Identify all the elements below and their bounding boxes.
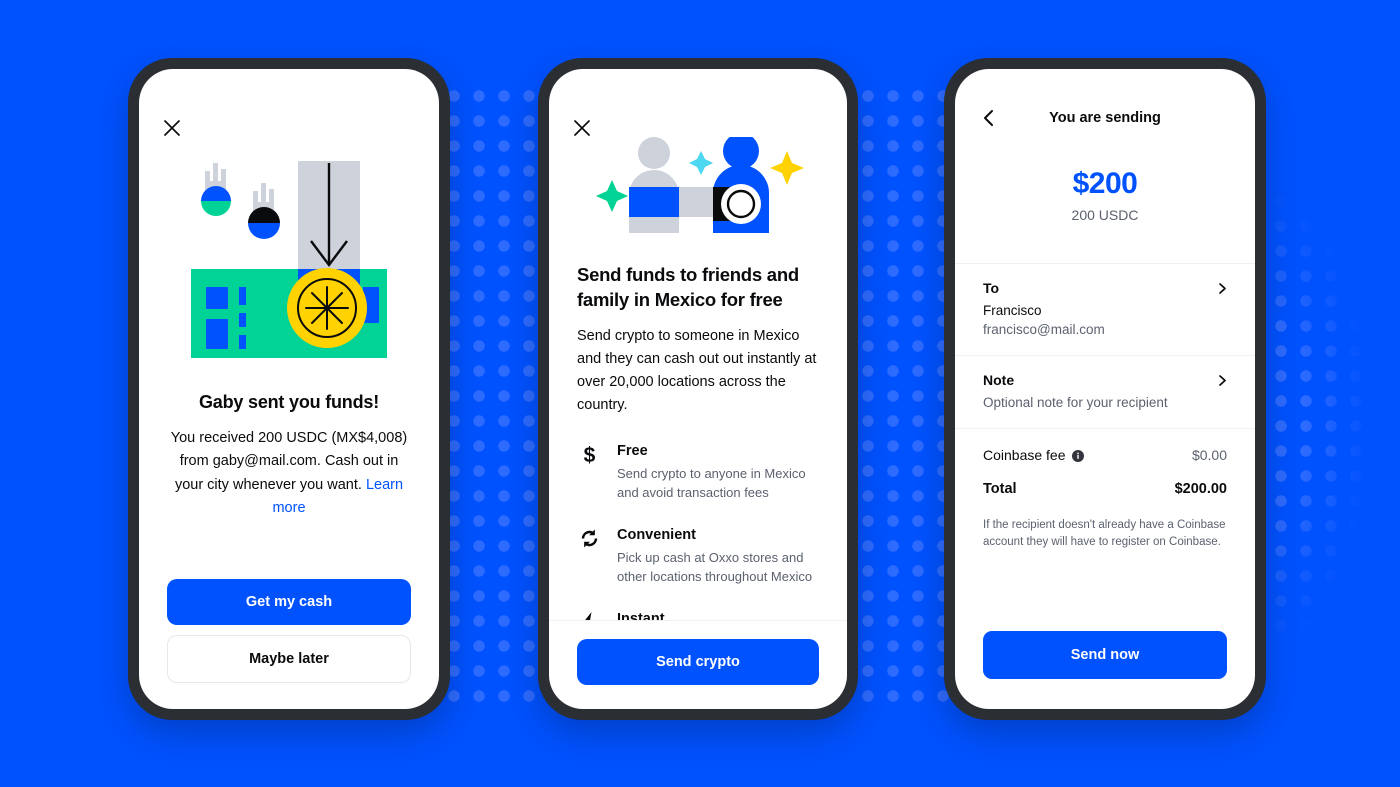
phone1-screen: Gaby sent you funds! You received 200 US… — [139, 69, 439, 709]
fee-value: $0.00 — [1191, 447, 1227, 463]
phone1-actions: Get my cash Maybe later — [167, 579, 411, 709]
page-title: You are sending — [1049, 110, 1161, 126]
two-people-shaking-hands-illustration — [577, 137, 819, 233]
money-with-coin-dropping-illustration — [167, 153, 411, 358]
close-icon[interactable] — [571, 117, 593, 139]
phone-mockup-received-funds: Gaby sent you funds! You received 200 US… — [128, 58, 450, 720]
phone2-footer: Send crypto — [549, 620, 847, 709]
disclaimer-text: If the recipient doesn't already have a … — [983, 519, 1226, 549]
total-value: $200.00 — [1174, 481, 1227, 497]
note-label: Note — [983, 372, 1015, 388]
phone2-screen: Send funds to friends and family in Mexi… — [549, 69, 847, 709]
phone-mockup-send-funds-info: Send funds to friends and family in Mexi… — [538, 58, 858, 720]
feature-title: Convenient — [617, 526, 696, 543]
feature-title: Free — [617, 442, 648, 459]
description-text: Send crypto to someone in Mexico and the… — [577, 328, 817, 413]
refresh-sync-icon — [577, 527, 601, 587]
description-line-3: whenever you want. — [232, 476, 362, 493]
get-my-cash-button[interactable]: Get my cash — [167, 579, 411, 625]
lightning-bolt-icon — [577, 611, 601, 620]
total-label: Total — [983, 481, 1017, 497]
svg-text:$: $ — [583, 444, 595, 466]
page-title: Send funds to friends and family in Mexi… — [577, 264, 799, 310]
fee-label: Coinbase fee — [983, 447, 1066, 463]
amount-display: $200 200 USDC — [955, 149, 1255, 263]
send-crypto-button[interactable]: Send crypto — [577, 639, 819, 685]
list-item: Convenient Pick up cash at Oxxo stores a… — [577, 527, 819, 587]
dollar-sign-icon: $ — [577, 443, 601, 503]
maybe-later-button[interactable]: Maybe later — [167, 635, 411, 683]
send-now-button[interactable]: Send now — [983, 631, 1227, 679]
chevron-right-icon — [1216, 282, 1229, 295]
background-dot-pattern-right — [1250, 120, 1400, 680]
fee-row: Coinbase fee $0.00 — [955, 429, 1255, 463]
recipient-label: To — [983, 280, 1000, 296]
chevron-right-icon — [1216, 374, 1229, 387]
total-row: Total $200.00 — [955, 463, 1255, 497]
description-text: You received 200 USDC (MX$4,008) from ga… — [167, 427, 411, 521]
note-row[interactable]: Note Optional note for your recipient — [955, 355, 1255, 428]
list-item: Instant Your recipient can access the fu… — [577, 611, 819, 620]
feature-description: Send crypto to anyone in Mexico and avoi… — [617, 465, 806, 501]
info-icon[interactable] — [1071, 449, 1084, 462]
feature-list: $ Free Send crypto to anyone in Mexico a… — [577, 443, 819, 620]
phone3-footer: Send now — [955, 631, 1255, 709]
phone3-header: You are sending — [955, 87, 1255, 149]
recipient-row[interactable]: To Francisco francisco@mail.com — [955, 263, 1255, 355]
amount-fiat: $200 — [1072, 167, 1138, 200]
feature-title: Instant — [617, 610, 665, 620]
phone3-screen: You are sending $200 200 USDC To Francis… — [955, 69, 1255, 709]
amount-crypto: 200 USDC — [1071, 207, 1139, 223]
close-icon[interactable] — [161, 117, 183, 139]
phone2-content: Send funds to friends and family in Mexi… — [549, 69, 847, 620]
note-placeholder: Optional note for your recipient — [983, 395, 1168, 410]
phone1-body: Gaby sent you funds! You received 200 US… — [139, 69, 439, 709]
list-item: $ Free Send crypto to anyone in Mexico a… — [577, 443, 819, 503]
phone-mockup-sending-confirmation: You are sending $200 200 USDC To Francis… — [944, 58, 1266, 720]
page-title: Gaby sent you funds! — [198, 392, 380, 412]
feature-description: Pick up cash at Oxxo stores and other lo… — [617, 549, 813, 585]
recipient-email: francisco@mail.com — [983, 322, 1105, 337]
back-chevron-icon[interactable] — [979, 108, 999, 128]
recipient-name: Francisco — [983, 303, 1042, 318]
